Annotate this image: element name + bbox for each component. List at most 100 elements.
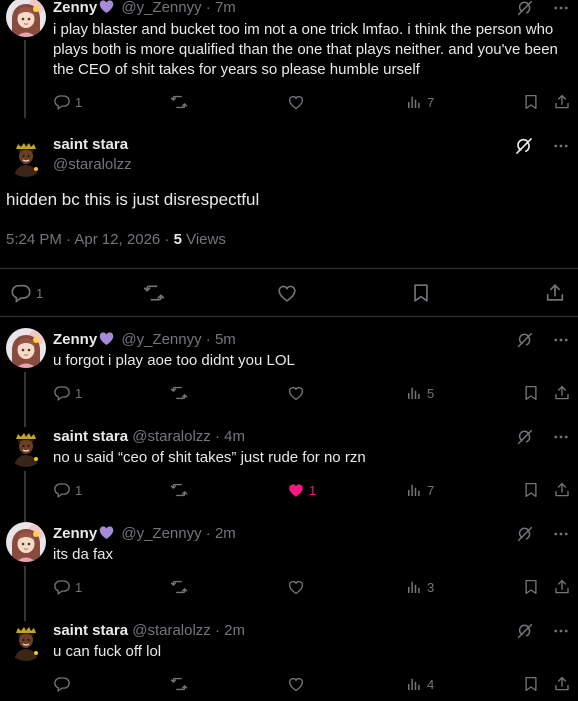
separator: · — [210, 428, 225, 445]
handle[interactable]: @staralolzz — [132, 428, 211, 445]
like-button[interactable] — [276, 282, 298, 304]
timestamp[interactable]: 2m — [224, 622, 245, 639]
reply-button[interactable]: 1 — [53, 93, 82, 111]
tweet-header: saint stara @staralolzz · 4m — [53, 428, 245, 445]
repost-icon — [170, 93, 188, 111]
grok-icon[interactable] — [514, 136, 534, 156]
avatar[interactable] — [6, 621, 46, 661]
handle[interactable]: @y_Zennyy — [121, 525, 201, 542]
action-bar: 1 5 — [53, 384, 571, 404]
handle[interactable]: @y_Zennyy — [121, 0, 201, 16]
tweet-meta: 5:24 PM · Apr 12, 2026 · 5 Views — [6, 231, 226, 248]
like-button[interactable] — [287, 578, 309, 596]
display-name[interactable]: saint stara — [53, 428, 128, 445]
views-button[interactable]: 5 — [405, 384, 434, 402]
grok-icon[interactable] — [516, 428, 534, 446]
display-name[interactable]: Zenny — [53, 331, 97, 348]
display-name[interactable]: Zenny — [53, 525, 97, 542]
bookmark-button[interactable] — [522, 675, 540, 693]
reply-button[interactable] — [53, 675, 75, 693]
reply-icon — [53, 93, 71, 111]
repost-button[interactable] — [170, 481, 188, 499]
reply-button[interactable]: 1 — [53, 481, 82, 499]
reply-count: 1 — [75, 579, 83, 595]
reply-tweet[interactable]: Zenny @y_Zennyy · 7m i play blaster and … — [0, 0, 578, 118]
avatar[interactable] — [6, 328, 46, 368]
avatar[interactable] — [6, 0, 46, 37]
timestamp[interactable]: 5m — [215, 331, 236, 348]
more-icon[interactable] — [552, 622, 570, 640]
views-button[interactable]: 4 — [405, 675, 434, 693]
share-button[interactable] — [553, 481, 571, 499]
grok-icon[interactable] — [516, 622, 534, 640]
like-button[interactable] — [287, 93, 309, 111]
tweet-top-icons — [516, 0, 570, 17]
share-icon — [553, 578, 571, 596]
reply-button[interactable]: 1 — [10, 282, 43, 304]
reply-tweet[interactable]: Zenny @y_Zennyy · 5m u forgot i play aoe… — [0, 328, 578, 425]
action-bar: 4 — [53, 675, 571, 695]
grok-icon[interactable] — [516, 0, 534, 17]
repost-button[interactable] — [170, 578, 188, 596]
share-button[interactable] — [544, 282, 566, 304]
display-name[interactable]: Zenny — [53, 0, 97, 16]
share-button[interactable] — [553, 675, 571, 693]
display-name[interactable]: saint stara — [53, 136, 128, 153]
repost-button[interactable] — [170, 93, 188, 111]
repost-icon — [170, 578, 188, 596]
repost-icon — [170, 481, 188, 499]
repost-button[interactable] — [170, 675, 188, 693]
tweet-header: Zenny @y_Zennyy · 7m — [53, 0, 236, 16]
grok-icon[interactable] — [516, 525, 534, 543]
views-button[interactable]: 7 — [405, 93, 434, 111]
like-button[interactable] — [287, 675, 309, 693]
bookmark-button[interactable] — [522, 93, 540, 111]
like-button[interactable]: 1 — [287, 481, 316, 499]
timestamp[interactable]: 5:24 PM · Apr 12, 2026 · — [6, 231, 174, 248]
action-bar: 1 7 — [53, 93, 571, 113]
share-icon — [553, 93, 571, 111]
reply-tweet[interactable]: Zenny @y_Zennyy · 2m its da fax 1 3 — [0, 522, 578, 619]
bookmark-button[interactable] — [522, 384, 540, 402]
views-button[interactable]: 7 — [405, 481, 434, 499]
bookmark-button[interactable] — [522, 481, 540, 499]
more-icon[interactable] — [552, 137, 570, 155]
more-icon[interactable] — [552, 0, 570, 17]
avatar[interactable] — [6, 427, 46, 467]
avatar[interactable] — [6, 137, 46, 177]
views-icon — [405, 384, 423, 402]
handle[interactable]: @staralolzz — [132, 622, 211, 639]
timestamp[interactable]: 7m — [215, 0, 236, 16]
tweet-header: Zenny @y_Zennyy · 2m — [53, 524, 236, 542]
bookmark-button[interactable] — [410, 282, 432, 304]
handle[interactable]: @y_Zennyy — [121, 331, 201, 348]
share-button[interactable] — [553, 384, 571, 402]
more-icon[interactable] — [552, 525, 570, 543]
more-icon[interactable] — [552, 428, 570, 446]
tweet-text: u forgot i play aoe too didnt you LOL — [53, 352, 295, 369]
repost-button[interactable] — [143, 282, 165, 304]
reply-tweet[interactable]: saint stara @staralolzz · 4m no u said “… — [0, 423, 578, 522]
repost-icon — [170, 384, 188, 402]
thread-line — [24, 40, 26, 118]
reply-button[interactable]: 1 — [53, 384, 82, 402]
like-button[interactable] — [287, 384, 309, 402]
repost-button[interactable] — [170, 384, 188, 402]
more-icon[interactable] — [552, 331, 570, 349]
separator: · — [201, 0, 215, 16]
tweet-text: no u said “ceo of shit takes” just rude … — [53, 449, 366, 466]
reply-button[interactable]: 1 — [53, 578, 82, 596]
timestamp[interactable]: 2m — [215, 525, 236, 542]
views-button[interactable]: 3 — [405, 578, 434, 596]
timestamp[interactable]: 4m — [224, 428, 245, 445]
share-button[interactable] — [553, 578, 571, 596]
bookmark-button[interactable] — [522, 578, 540, 596]
share-button[interactable] — [553, 93, 571, 111]
handle[interactable]: @staralolzz — [53, 156, 132, 173]
grok-icon[interactable] — [516, 331, 534, 349]
views-count: 3 — [427, 579, 435, 595]
reply-tweet[interactable]: saint stara @staralolzz · 2m u can fuck … — [0, 617, 578, 701]
bookmark-icon — [522, 675, 540, 693]
avatar[interactable] — [6, 522, 46, 562]
display-name[interactable]: saint stara — [53, 622, 128, 639]
